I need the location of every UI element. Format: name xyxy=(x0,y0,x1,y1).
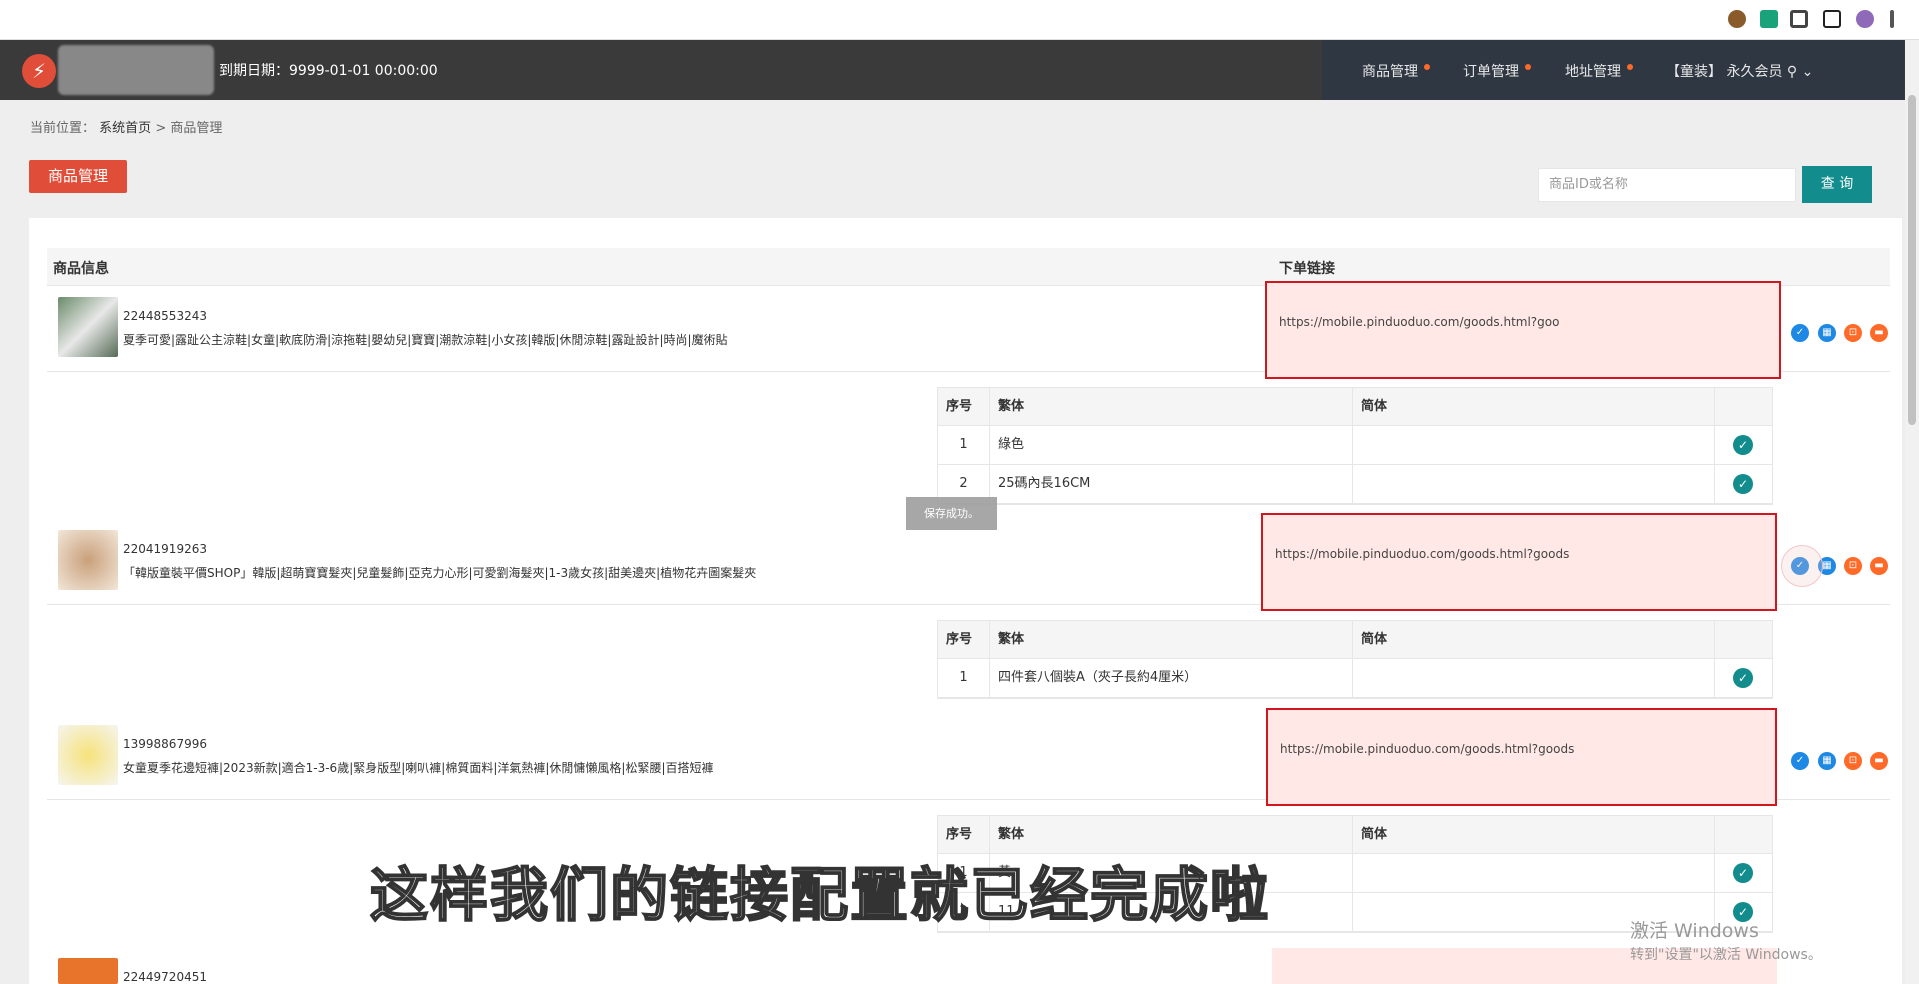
sku-simplified-input[interactable] xyxy=(1353,465,1715,503)
order-link-text: https://mobile.pinduoduo.com/goods.html?… xyxy=(1275,547,1570,561)
product-thumbnail xyxy=(58,725,118,785)
column-order-link: 下单链接 xyxy=(1279,261,1335,277)
product-name: 「韓版童裝平價SHOP」韓版|超萌寶寶髮夾|兒童髮飾|亞克力心形|可愛劉海髮夾|… xyxy=(123,566,757,580)
sku-simplified-input[interactable] xyxy=(1353,426,1715,464)
blurred-shop-name xyxy=(58,45,214,95)
check-icon[interactable]: ✓ xyxy=(1733,668,1753,688)
sku-simplified-input[interactable] xyxy=(1353,659,1715,697)
product-name: 女童夏季花邊短褲|2023新款|適合1-3-6歲|緊身版型|喇叭褲|棉質面料|洋… xyxy=(123,761,714,775)
sku-simplified-input[interactable] xyxy=(1353,854,1715,892)
breadcrumb-current: 商品管理 xyxy=(170,121,223,136)
nav-item-address[interactable]: 地址管理 xyxy=(1565,61,1633,81)
nav-menu: 商品管理 订单管理 地址管理 【童装】 永久会员 ⚲ ⌄ xyxy=(1322,40,1904,100)
confirm-icon[interactable]: ✓ xyxy=(1791,752,1809,770)
search-input[interactable]: 商品ID或名称 xyxy=(1538,168,1796,202)
user-icon: ⚲ xyxy=(1786,64,1798,80)
breadcrumb: 当前位置： 系统首页 > 商品管理 xyxy=(30,121,223,136)
product-thumbnail xyxy=(58,297,118,357)
grid-icon[interactable]: ▦ xyxy=(1818,752,1836,770)
nav-item-products[interactable]: 商品管理 xyxy=(1362,61,1430,81)
product-thumbnail xyxy=(58,958,118,984)
sku-row: 1 四件套八個裝A（夾子長約4厘米） ✓ xyxy=(938,659,1772,698)
sku-table: 序号 繁体 简体 1 綠色 ✓ 2 25碼內長16CM ✓ xyxy=(937,387,1773,505)
check-icon[interactable]: ✓ xyxy=(1733,435,1753,455)
order-link-field[interactable]: https://mobile.pinduoduo.com/goods.html?… xyxy=(1266,708,1777,806)
expire-date: 到期日期：9999-01-01 00:00:00 xyxy=(219,63,438,79)
product-id: 22449720451 xyxy=(123,970,207,984)
scrollbar[interactable] xyxy=(1905,40,1919,984)
sku-col-simplified: 简体 xyxy=(1353,388,1715,425)
lock-icon[interactable]: ⊡ xyxy=(1844,752,1862,770)
product-name: 夏季可愛|露趾公主涼鞋|女童|軟底防滑|涼拖鞋|嬰幼兒|寶寶|潮款涼鞋|小女孩|… xyxy=(123,333,728,347)
app-logo-icon: ⚡ xyxy=(22,54,56,88)
delete-icon[interactable]: ▬ xyxy=(1870,557,1888,575)
browser-toolbar xyxy=(0,0,1919,40)
user-menu[interactable]: 【童装】 永久会员 ⚲ ⌄ xyxy=(1666,61,1813,81)
check-icon[interactable]: ✓ xyxy=(1733,863,1753,883)
order-link-field[interactable]: https://mobile.pinduoduo.com/goods.html?… xyxy=(1261,513,1777,611)
extension-green-icon[interactable] xyxy=(1760,10,1778,28)
video-subtitle: 这样我们的链接配置就已经完成啦 xyxy=(369,860,1271,930)
puzzle-icon[interactable] xyxy=(1790,10,1808,28)
cookie-icon[interactable] xyxy=(1728,10,1746,28)
breadcrumb-home[interactable]: 系统首页 xyxy=(99,121,151,136)
nav-item-orders[interactable]: 订单管理 xyxy=(1463,61,1531,81)
sku-col-traditional: 繁体 xyxy=(990,388,1353,425)
order-link-field[interactable]: https://mobile.pinduoduo.com/goods.html?… xyxy=(1265,281,1781,379)
check-icon[interactable]: ✓ xyxy=(1733,474,1753,494)
sku-row: 1 綠色 ✓ xyxy=(938,426,1772,465)
lock-icon[interactable]: ⊡ xyxy=(1844,557,1862,575)
profile-icon[interactable] xyxy=(1856,10,1874,28)
order-link-text: https://mobile.pinduoduo.com/goods.html?… xyxy=(1280,742,1575,756)
top-navbar: ⚡ 到期日期：9999-01-01 00:00:00 商品管理 订单管理 地址管… xyxy=(0,40,1919,100)
page-title: 商品管理 xyxy=(29,160,127,193)
column-product-info: 商品信息 xyxy=(53,261,109,277)
delete-icon[interactable]: ▬ xyxy=(1870,752,1888,770)
sku-row: 2 25碼內長16CM ✓ xyxy=(938,465,1772,504)
product-id: 22448553243 xyxy=(123,309,207,323)
lock-icon[interactable]: ⊡ xyxy=(1844,324,1862,342)
product-thumbnail xyxy=(58,530,118,590)
delete-icon[interactable]: ▬ xyxy=(1870,324,1888,342)
confirm-icon[interactable]: ✓ xyxy=(1791,324,1809,342)
windows-activation-watermark: 激活 Windows xyxy=(1630,920,1759,942)
product-id: 22041919263 xyxy=(123,542,207,556)
scrollbar-thumb[interactable] xyxy=(1908,95,1916,425)
grid-icon[interactable]: ▦ xyxy=(1818,324,1836,342)
sidebar-icon[interactable] xyxy=(1823,10,1841,28)
click-ripple xyxy=(1781,545,1823,587)
windows-activation-watermark-sub: 转到"设置"以激活 Windows。 xyxy=(1630,947,1822,963)
toast-message: 保存成功。 xyxy=(906,497,997,530)
sku-table: 序号 繁体 简体 1 四件套八個裝A（夾子長約4厘米） ✓ xyxy=(937,620,1773,699)
product-id: 13998867996 xyxy=(123,737,207,751)
order-link-text: https://mobile.pinduoduo.com/goods.html?… xyxy=(1279,315,1560,329)
search-button[interactable]: 查 询 xyxy=(1802,166,1872,203)
chevron-down-icon: ⌄ xyxy=(1801,64,1814,80)
menu-icon[interactable] xyxy=(1890,10,1894,28)
sku-col-index: 序号 xyxy=(938,388,990,425)
